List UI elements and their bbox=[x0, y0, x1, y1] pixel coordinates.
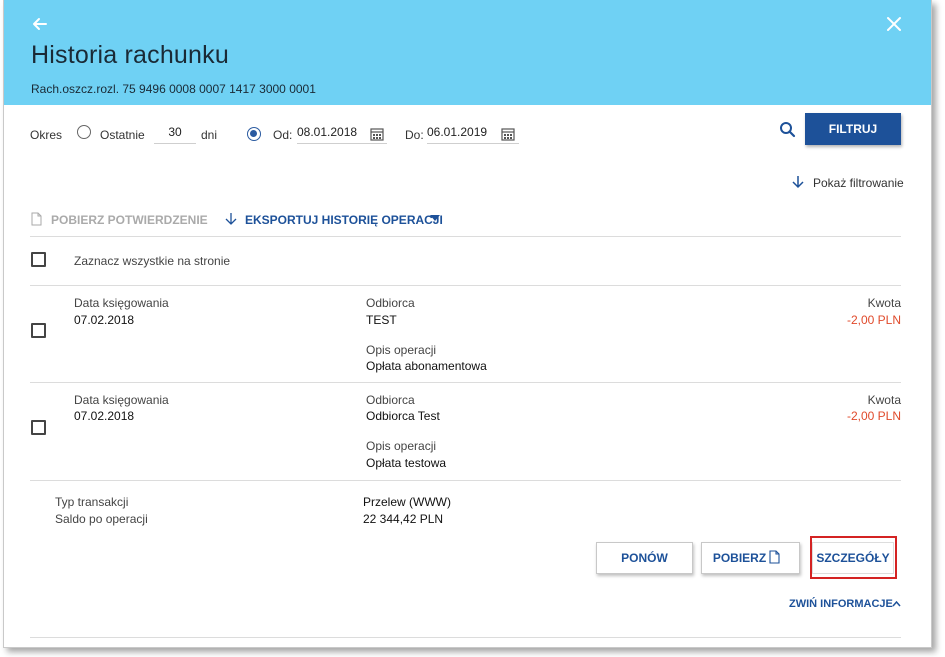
divider bbox=[30, 480, 901, 481]
select-all-label: Zaznacz wszystkie na stronie bbox=[74, 254, 231, 268]
from-label: Od: bbox=[273, 128, 293, 142]
divider bbox=[30, 285, 901, 286]
recipient-value: TEST bbox=[366, 313, 397, 327]
show-filtering-link[interactable]: Pokaż filtrowanie bbox=[813, 176, 904, 190]
header-bar: Historia rachunku Rach.oszcz.rozl. 75 94… bbox=[4, 0, 931, 105]
amount-value: -2,00 PLN bbox=[846, 313, 901, 327]
date-label: Data księgowania bbox=[74, 296, 169, 310]
dialog-window: Historia rachunku Rach.oszcz.rozl. 75 94… bbox=[3, 0, 932, 648]
close-icon[interactable] bbox=[884, 14, 904, 34]
recipient-label: Odbiorca bbox=[366, 393, 415, 407]
arrow-down-icon bbox=[225, 213, 237, 225]
period-label: Okres bbox=[30, 128, 63, 142]
last-label: Ostatnie bbox=[100, 128, 145, 142]
date-label: Data księgowania bbox=[74, 393, 169, 407]
days-label: dni bbox=[201, 128, 218, 142]
balance-label: Saldo po operacji bbox=[55, 512, 148, 526]
export-history-button[interactable]: EKSPORTUJ HISTORIĘ OPERACJI bbox=[245, 213, 443, 227]
transaction-type-label: Typ transakcji bbox=[55, 495, 129, 509]
balance-value: 22 344,42 PLN bbox=[363, 512, 444, 526]
download-confirmation-button[interactable]: POBIERZ POTWIERDZENIE bbox=[51, 213, 208, 227]
radio-last-days[interactable] bbox=[77, 125, 91, 139]
row-checkbox[interactable] bbox=[31, 323, 46, 338]
caret-down-icon[interactable] bbox=[430, 215, 440, 221]
search-icon[interactable] bbox=[779, 121, 796, 138]
last-days-input[interactable]: 30 bbox=[154, 122, 196, 144]
description-value: Opłata abonamentowa bbox=[366, 359, 487, 373]
date-value: 07.02.2018 bbox=[74, 409, 135, 423]
chevron-up-icon[interactable] bbox=[892, 600, 901, 607]
divider bbox=[30, 382, 901, 383]
to-label: Do: bbox=[405, 128, 424, 142]
calendar-icon[interactable] bbox=[370, 127, 384, 141]
page-title: Historia rachunku bbox=[31, 41, 229, 69]
radio-date-range[interactable] bbox=[247, 127, 261, 141]
document-icon bbox=[31, 212, 42, 226]
download-button[interactable]: POBIERZ bbox=[701, 542, 800, 574]
arrow-left-icon[interactable] bbox=[30, 14, 50, 34]
calendar-icon[interactable] bbox=[501, 127, 515, 141]
date-value: 07.02.2018 bbox=[74, 313, 135, 327]
account-name: Rach.oszcz.rozl. 75 9496 0008 0007 1417 … bbox=[31, 82, 316, 96]
recipient-label: Odbiorca bbox=[366, 296, 415, 310]
select-all-checkbox[interactable] bbox=[31, 252, 46, 267]
amount-label: Kwota bbox=[867, 296, 901, 310]
description-value: Opłata testowa bbox=[366, 456, 447, 470]
recipient-value: Odbiorca Test bbox=[366, 409, 440, 423]
arrow-down-icon[interactable] bbox=[792, 175, 804, 189]
highlight-box bbox=[810, 536, 897, 579]
repeat-button[interactable]: PONÓW bbox=[596, 542, 693, 574]
collapse-info-link[interactable]: ZWIŃ INFORMACJE bbox=[789, 598, 893, 610]
amount-label: Kwota bbox=[867, 393, 901, 407]
amount-value: -2,00 PLN bbox=[846, 409, 901, 423]
transaction-type-value: Przelew (WWW) bbox=[363, 495, 451, 509]
filter-button[interactable]: FILTRUJ bbox=[805, 113, 901, 145]
download-button-label: POBIERZ bbox=[712, 551, 767, 565]
row-checkbox[interactable] bbox=[31, 420, 46, 435]
divider bbox=[30, 236, 901, 237]
description-label: Opis operacji bbox=[366, 343, 437, 357]
description-label: Opis operacji bbox=[366, 439, 437, 453]
divider bbox=[30, 637, 901, 638]
